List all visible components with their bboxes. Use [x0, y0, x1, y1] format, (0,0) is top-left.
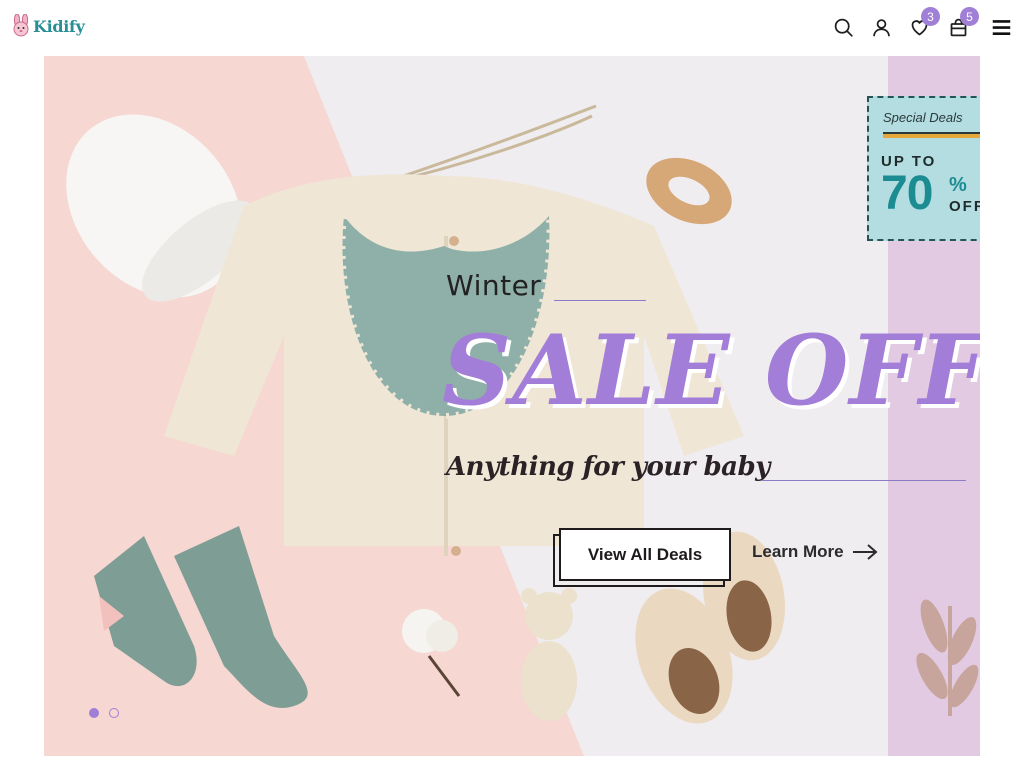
special-deals-card: Special Deals UP TO 70 % OFF	[867, 96, 980, 241]
user-icon	[872, 18, 890, 36]
search-icon	[834, 18, 853, 37]
arrow-right-icon	[852, 544, 878, 560]
logo-text: Kidify	[33, 16, 85, 36]
cart-button[interactable]: 5	[947, 7, 979, 39]
wishlist-count-badge: 3	[921, 7, 940, 26]
deal-off: OFF	[949, 198, 980, 215]
hero-kicker: Winter	[446, 269, 542, 302]
learn-more-label: Learn More	[752, 542, 844, 561]
menu-button[interactable]	[990, 15, 1012, 39]
search-button[interactable]	[832, 15, 854, 39]
tagline-divider	[762, 480, 966, 481]
logo[interactable]: Kidify	[10, 14, 85, 38]
deal-percent-sign: %	[949, 174, 967, 196]
deal-title: Special Deals	[883, 110, 963, 125]
kicker-divider	[554, 300, 646, 301]
deal-amount: 70	[881, 167, 933, 220]
cart-count-badge: 5	[960, 7, 979, 26]
site-header: Kidify 3 5	[0, 0, 1024, 56]
hero-banner: Winter SALE OFF Anything for your baby V…	[44, 56, 980, 756]
hero-headline: SALE OFF	[442, 314, 980, 427]
deal-accent-bar	[883, 132, 980, 138]
bunny-logo-icon	[13, 14, 29, 37]
slider-pagination	[89, 708, 129, 718]
slide-dot-1[interactable]	[89, 708, 99, 718]
account-button[interactable]	[870, 15, 892, 39]
slide-dot-2[interactable]	[109, 708, 119, 718]
wishlist-button[interactable]: 3	[908, 7, 940, 39]
menu-icon	[992, 19, 1010, 35]
learn-more-link[interactable]: Learn More	[752, 542, 878, 562]
view-all-deals-button[interactable]: View All Deals	[559, 528, 731, 581]
hero-tagline: Anything for your baby	[446, 452, 770, 482]
teddy-illustration	[521, 588, 577, 721]
